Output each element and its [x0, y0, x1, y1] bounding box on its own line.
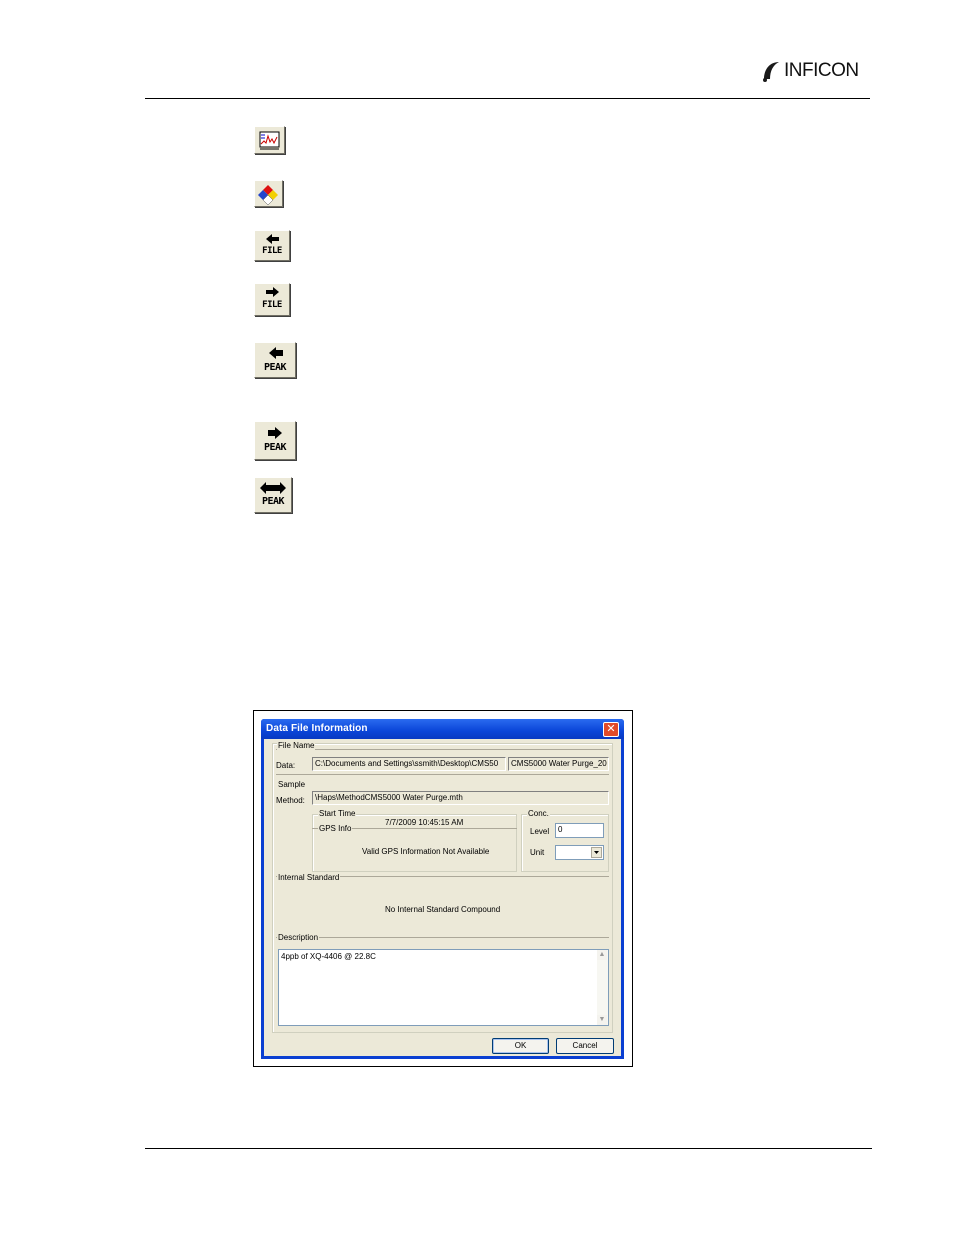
- internal-standard-value: No Internal Standard Compound: [385, 905, 501, 914]
- peak-range-icon: [260, 482, 286, 494]
- header-rule: [145, 98, 870, 99]
- internal-standard-group-label: Internal Standard: [277, 873, 341, 882]
- previous-peak-icon: [269, 347, 283, 359]
- data-label: Data:: [276, 761, 296, 770]
- previous-file-icon: [266, 234, 279, 244]
- scroll-down-icon[interactable]: ▼: [597, 1015, 607, 1025]
- description-scrollbar[interactable]: ▲ ▼: [597, 950, 608, 1025]
- spectrum-view-button[interactable]: [254, 126, 285, 154]
- data-file-information-dialog: Data File Information ✕ File Name Data: …: [261, 719, 624, 1059]
- hazard-info-button[interactable]: [254, 180, 283, 207]
- next-peak-label: PEAK: [263, 442, 287, 453]
- dialog-title: Data File Information: [266, 723, 368, 734]
- internal-standard-bottom-separator: [276, 937, 609, 938]
- previous-file-button[interactable]: FILE: [254, 230, 290, 261]
- cancel-button[interactable]: Cancel: [556, 1038, 614, 1054]
- description-text: 4ppb of XQ-4406 @ 22.8C: [281, 952, 376, 961]
- data-file-field[interactable]: CMS5000 Water Purge_20: [508, 757, 609, 771]
- level-input[interactable]: 0: [555, 823, 604, 838]
- next-file-label: FILE: [262, 300, 282, 310]
- previous-file-label: FILE: [262, 246, 282, 256]
- ok-button[interactable]: OK: [492, 1038, 549, 1054]
- hazard-diamond-icon: [258, 185, 278, 206]
- level-label: Level: [530, 827, 550, 836]
- previous-peak-button[interactable]: PEAK: [254, 342, 296, 378]
- next-file-button[interactable]: FILE: [254, 283, 290, 316]
- method-label: Method:: [276, 796, 305, 805]
- dialog-title-bar: Data File Information ✕: [261, 719, 624, 739]
- close-icon[interactable]: ✕: [603, 722, 619, 737]
- data-path-field[interactable]: C:\Documents and Settings\ssmith\Desktop…: [312, 757, 506, 771]
- file-name-group-label: File Name: [277, 741, 316, 750]
- unit-select[interactable]: [555, 845, 604, 860]
- next-peak-icon: [268, 427, 282, 439]
- previous-peak-label: PEAK: [263, 362, 287, 373]
- next-file-icon: [266, 287, 279, 297]
- start-time-value: 7/7/2009 10:45:15 AM: [385, 818, 464, 827]
- gps-info-label: GPS Info: [318, 824, 353, 833]
- dialog-client-area: File Name Data: C:\Documents and Setting…: [264, 739, 621, 1056]
- description-group-label: Description: [277, 933, 320, 942]
- scroll-up-icon[interactable]: ▲: [597, 950, 607, 960]
- sample-group-label: Sample: [277, 780, 307, 789]
- start-time-label: Start Time: [318, 809, 357, 818]
- gps-info-value: Valid GPS Information Not Available: [362, 847, 490, 856]
- method-field[interactable]: \Haps\MethodCMS5000 Water Purge.mth: [312, 791, 609, 805]
- file-name-bottom-separator: [276, 774, 609, 775]
- next-peak-button[interactable]: PEAK: [254, 421, 296, 460]
- file-name-separator: [276, 749, 609, 750]
- description-textarea[interactable]: 4ppb of XQ-4406 @ 22.8C ▲ ▼: [278, 949, 609, 1026]
- chevron-down-icon[interactable]: [591, 847, 602, 858]
- inficon-logo-mark-icon: [763, 62, 779, 82]
- footer-rule: [145, 1148, 872, 1149]
- peak-range-button[interactable]: PEAK: [254, 477, 292, 513]
- conc-label: Conc.: [527, 809, 550, 818]
- spectrum-view-icon: [259, 131, 280, 150]
- brand-name: INFICON: [784, 60, 859, 81]
- peak-range-label: PEAK: [261, 496, 285, 507]
- unit-label: Unit: [530, 848, 545, 857]
- inficon-logo: INFICON: [760, 58, 859, 84]
